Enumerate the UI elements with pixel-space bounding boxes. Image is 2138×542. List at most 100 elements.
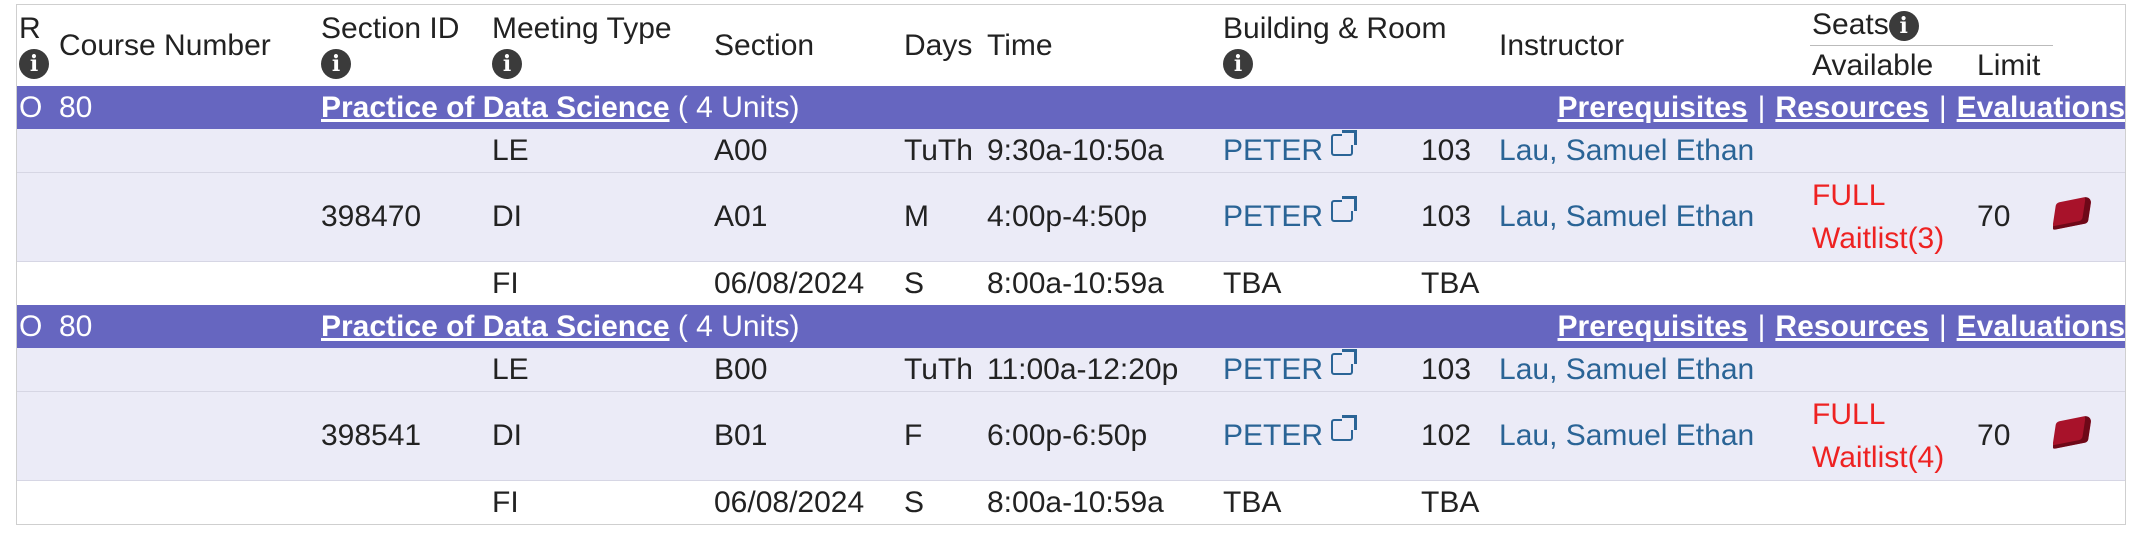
evaluations-link[interactable]: Evaluations: [1957, 310, 2125, 343]
room: TBA: [1419, 480, 1498, 524]
prerequisites-link[interactable]: Prerequisites: [1558, 91, 1748, 124]
building[interactable]: PETER: [1221, 348, 1419, 392]
building-link[interactable]: PETER: [1223, 419, 1323, 452]
textbook-cell[interactable]: [2053, 172, 2126, 262]
full-status: FULL: [1812, 179, 1886, 212]
textbook-icon[interactable]: [2053, 195, 2093, 231]
instructor-link[interactable]: Lau, Samuel Ethan: [1497, 348, 1811, 392]
course-title-cell: Practice of Data Science ( 4 Units): [319, 86, 1221, 129]
seats-limit: 70: [1975, 172, 2054, 262]
course-links: Prerequisites | Resources | Evaluations: [1221, 305, 2126, 348]
course-title-link[interactable]: Practice of Data Science: [321, 91, 670, 124]
exam-date: 06/08/2024: [712, 261, 902, 305]
room: 103: [1419, 129, 1498, 173]
room: 103: [1419, 172, 1498, 262]
header-section: Section: [714, 28, 815, 62]
section-id: [319, 261, 490, 305]
building-link[interactable]: PETER: [1223, 200, 1323, 233]
link-separator: |: [1757, 90, 1766, 124]
meeting-type: DI: [490, 172, 712, 262]
course-title-cell: Practice of Data Science ( 4 Units): [319, 305, 1221, 348]
course-number: 80: [57, 305, 319, 348]
resources-link[interactable]: Resources: [1775, 91, 1928, 124]
section-code: A01: [712, 172, 902, 262]
external-link-icon[interactable]: [1331, 196, 1358, 222]
seats-limit: 70: [1975, 391, 2054, 481]
exam-date: 06/08/2024: [712, 480, 902, 524]
schedule-table-container: R i Course Number Section ID i Meeting T…: [16, 4, 2126, 525]
evaluations-link[interactable]: Evaluations: [1957, 91, 2125, 124]
days: TuTh: [902, 348, 985, 392]
header-time: Time: [987, 28, 1053, 62]
course-units: ( 4 Units): [677, 90, 800, 124]
textbook-icon[interactable]: [2053, 414, 2093, 450]
meeting-type: DI: [490, 391, 712, 481]
time: 8:00a-10:59a: [985, 261, 1221, 305]
instructor-link[interactable]: Lau, Samuel Ethan: [1497, 391, 1811, 481]
header-instructor: Instructor: [1499, 28, 1625, 62]
building[interactable]: PETER: [1221, 172, 1419, 262]
section-code: B01: [712, 391, 902, 481]
external-link-icon[interactable]: [1331, 129, 1358, 156]
header-building-room: Building & Room i: [1223, 11, 1447, 79]
building[interactable]: PETER: [1221, 391, 1419, 481]
days: S: [902, 480, 985, 524]
days: S: [902, 261, 985, 305]
time: 11:00a-12:20p: [985, 348, 1221, 392]
course-title-link[interactable]: Practice of Data Science: [321, 310, 670, 343]
header-seats: Seats i: [1810, 5, 2053, 46]
header-limit: Limit: [1975, 45, 2054, 86]
header-section-id: Section ID i: [321, 11, 460, 79]
info-icon[interactable]: i: [19, 48, 49, 79]
course-number: 80: [57, 86, 319, 129]
section-row: 398541 DI B01 F 6:00p-6:50p PETER 102 La…: [17, 391, 2126, 481]
section-code: B00: [712, 348, 902, 392]
time: 6:00p-6:50p: [985, 391, 1221, 481]
course-r: O: [17, 86, 57, 129]
header-r: R i: [17, 5, 57, 86]
meeting-type: FI: [490, 480, 712, 524]
header-course-number: Course Number: [59, 28, 271, 62]
building-link[interactable]: PETER: [1223, 134, 1323, 167]
days: TuTh: [902, 129, 985, 173]
header-available: Available: [1810, 45, 1976, 86]
building: TBA: [1221, 480, 1419, 524]
info-icon[interactable]: i: [492, 48, 522, 79]
waitlist-status: Waitlist(3): [1812, 222, 1945, 255]
section-row: 398470 DI A01 M 4:00p-4:50p PETER 103 La…: [17, 172, 2126, 262]
section-row: FI 06/08/2024 S 8:00a-10:59a TBA TBA: [17, 480, 2126, 524]
external-link-icon[interactable]: [1331, 348, 1358, 375]
room: 102: [1419, 391, 1498, 481]
textbook-cell[interactable]: [2053, 391, 2126, 481]
seats-available: FULL Waitlist(3): [1810, 172, 1976, 262]
section-row: LE A00 TuTh 9:30a-10:50a PETER 103 Lau, …: [17, 129, 2126, 173]
days: M: [902, 172, 985, 262]
link-separator: |: [1938, 90, 1947, 124]
section-id: [319, 129, 490, 173]
link-separator: |: [1757, 309, 1766, 343]
info-icon[interactable]: i: [1223, 48, 1253, 79]
full-status: FULL: [1812, 398, 1886, 431]
section-id: [319, 348, 490, 392]
info-icon[interactable]: i: [321, 48, 351, 79]
section-code: A00: [712, 129, 902, 173]
prerequisites-link[interactable]: Prerequisites: [1558, 310, 1748, 343]
building[interactable]: PETER: [1221, 129, 1419, 173]
section-id: [319, 480, 490, 524]
resources-link[interactable]: Resources: [1775, 310, 1928, 343]
header-meeting-type: Meeting Type i: [492, 11, 672, 79]
course-row: O 80 Practice of Data Science ( 4 Units)…: [17, 86, 2126, 129]
course-row: O 80 Practice of Data Science ( 4 Units)…: [17, 305, 2126, 348]
info-icon[interactable]: i: [1888, 11, 1919, 42]
instructor-link[interactable]: Lau, Samuel Ethan: [1497, 129, 1811, 173]
instructor-link[interactable]: Lau, Samuel Ethan: [1497, 172, 1811, 262]
time: 9:30a-10:50a: [985, 129, 1221, 173]
waitlist-status: Waitlist(4): [1812, 441, 1945, 474]
room: 103: [1419, 348, 1498, 392]
building-link[interactable]: PETER: [1223, 353, 1323, 386]
meeting-type: FI: [490, 261, 712, 305]
seats-available: FULL Waitlist(4): [1810, 391, 1976, 481]
section-id: 398470: [319, 172, 490, 262]
external-link-icon[interactable]: [1331, 415, 1358, 441]
section-row: LE B00 TuTh 11:00a-12:20p PETER 103 Lau,…: [17, 348, 2126, 392]
